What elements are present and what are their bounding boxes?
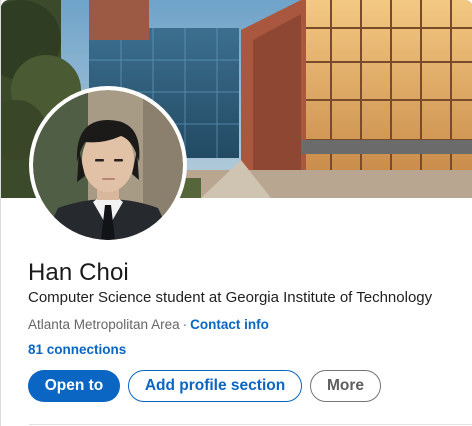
profile-headline: Computer Science student at Georgia Inst… [28, 289, 433, 306]
connections-link[interactable]: 81 connections [28, 342, 126, 357]
contact-info-link[interactable]: Contact info [190, 317, 269, 332]
location-row: Atlanta Metropolitan Area · Contact info [28, 317, 269, 332]
profile-card: Han Choi Computer Science student at Geo… [0, 0, 472, 426]
profile-avatar[interactable] [29, 86, 187, 244]
add-profile-section-button[interactable]: Add profile section [128, 370, 302, 402]
profile-location: Atlanta Metropolitan Area [28, 317, 180, 332]
open-to-button[interactable]: Open to [28, 370, 120, 402]
profile-name: Han Choi [28, 259, 129, 286]
separator-dot: · [182, 317, 188, 332]
divider [29, 424, 472, 425]
avatar-photo [33, 90, 183, 240]
more-button[interactable]: More [310, 370, 381, 402]
